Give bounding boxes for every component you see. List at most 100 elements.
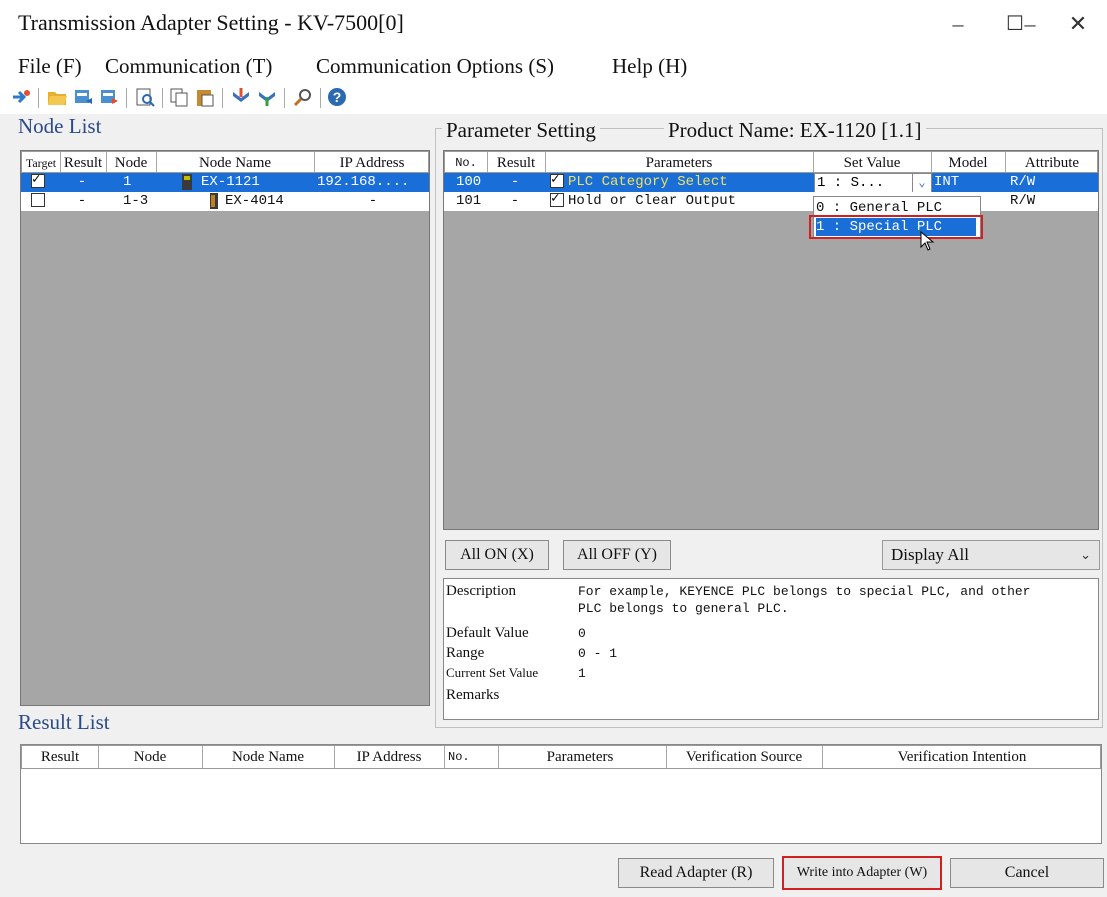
search-icon[interactable] (292, 86, 314, 108)
col-attribute[interactable]: Attribute (1005, 152, 1099, 172)
col-node[interactable]: Node (98, 746, 203, 768)
description-label: Description (446, 583, 516, 599)
col-ip-address[interactable]: IP Address (334, 746, 445, 768)
row-parameter: Hold or Clear Output (568, 193, 737, 209)
remarks-label: Remarks (446, 687, 500, 703)
result-list-grid: Result Node Node Name IP Address No. Par… (20, 744, 1102, 844)
current-set-value: 1 (578, 666, 586, 681)
chevron-down-icon: ⌄ (1080, 547, 1091, 562)
default-value-label: Default Value (446, 625, 529, 641)
all-on-button[interactable]: All ON (X) (445, 540, 549, 570)
connect-icon[interactable] (10, 86, 32, 108)
menu-bar: File (F) Communication (T) Communication… (0, 48, 1107, 82)
display-filter-select[interactable]: Display All ⌄ (882, 540, 1100, 570)
description-panel: Description For example, KEYENCE PLC bel… (443, 578, 1099, 720)
col-result[interactable]: Result (487, 152, 546, 172)
parameter-header: No. Result Parameters Set Value Model At… (444, 151, 1098, 173)
row-ip: 192.168.... (317, 174, 410, 190)
write-adapter-icon[interactable] (256, 86, 278, 108)
target-checkbox[interactable] (31, 193, 45, 208)
menu-help[interactable]: Help (H) (612, 54, 687, 79)
col-result[interactable]: Result (22, 746, 99, 768)
maximize-button[interactable]: ☐ (995, 8, 1035, 40)
read-adapter-icon[interactable] (230, 86, 252, 108)
toolbar: ? (0, 82, 1107, 114)
row-result: - (77, 193, 87, 209)
col-node-name[interactable]: Node Name (202, 746, 335, 768)
highlight-box (809, 215, 983, 239)
product-name: Product Name: EX-1120 [1.1] (664, 118, 926, 143)
row-parameter: PLC Category Select (568, 174, 728, 190)
row-result: - (510, 174, 520, 190)
close-button[interactable]: ✕ (1058, 8, 1098, 40)
row-node-name: EX-4014 (225, 193, 284, 209)
row-node: 1-3 (123, 193, 149, 209)
col-parameters[interactable]: Parameters (494, 746, 667, 768)
param-checkbox[interactable] (550, 192, 564, 209)
row-result: - (77, 174, 87, 190)
col-no[interactable]: No. (444, 746, 499, 768)
col-parameters[interactable]: Parameters (545, 152, 814, 172)
col-no[interactable]: No. (445, 152, 488, 172)
title-bar: Transmission Adapter Setting - KV-7500[0… (0, 0, 1107, 48)
import-icon[interactable] (72, 86, 94, 108)
open-folder-icon[interactable] (46, 86, 68, 108)
default-value: 0 (578, 626, 586, 641)
row-attribute: R/W (1010, 174, 1036, 190)
col-ip-address[interactable]: IP Address (314, 152, 430, 172)
current-set-value-label: Current Set Value (446, 665, 539, 680)
mouse-cursor-icon (920, 231, 935, 251)
print-preview-icon[interactable] (134, 86, 156, 108)
range-label: Range (446, 645, 485, 661)
target-checkbox[interactable] (31, 173, 45, 190)
param-checkbox[interactable] (550, 173, 564, 190)
cancel-button[interactable]: Cancel (950, 858, 1104, 888)
all-off-button[interactable]: All OFF (Y) (563, 540, 671, 570)
help-icon[interactable]: ? (326, 86, 348, 108)
paste-icon[interactable] (194, 86, 216, 108)
result-list-header: Result Node Node Name IP Address No. Par… (21, 745, 1101, 769)
table-row[interactable]: - 1 EX-1121 192.168.... (21, 173, 429, 192)
row-result: - (510, 193, 520, 209)
description-text-line2: PLC belongs to general PLC. (578, 601, 789, 616)
parameter-setting-label: Parameter Setting (442, 118, 600, 143)
result-list-label: Result List (18, 710, 110, 734)
row-no: 100 (456, 174, 482, 190)
col-target[interactable]: Target (22, 152, 61, 172)
menu-file[interactable]: File (F) (18, 54, 82, 79)
minimize-icon[interactable]: – (938, 8, 978, 40)
display-filter-value: Display All (891, 545, 969, 564)
row-attribute: R/W (1010, 193, 1036, 209)
description-text-line1: For example, KEYENCE PLC belongs to spec… (578, 584, 1031, 599)
col-result[interactable]: Result (60, 152, 107, 172)
col-verification-intention[interactable]: Verification Intention (822, 746, 1102, 768)
table-row[interactable]: 101 - Hold or Clear Output R/W (444, 192, 1098, 211)
row-no: 101 (456, 193, 482, 209)
node-list-header: Target Result Node Node Name IP Address (21, 151, 429, 173)
table-row[interactable]: 100 - PLC Category Select 1 : S... ⌄ INT… (444, 173, 1098, 194)
chevron-down-icon[interactable]: ⌄ (912, 173, 932, 194)
col-verification-source[interactable]: Verification Source (666, 746, 823, 768)
row-node-name: EX-1121 (201, 174, 260, 190)
svg-text:?: ? (333, 89, 342, 105)
copy-icon[interactable] (168, 86, 190, 108)
col-node[interactable]: Node (106, 152, 157, 172)
table-row[interactable]: - 1-3 EX-4014 - (21, 192, 429, 211)
set-value-combobox[interactable]: 1 : S... (814, 173, 914, 194)
col-node-name[interactable]: Node Name (156, 152, 315, 172)
col-set-value[interactable]: Set Value (813, 152, 932, 172)
row-ip: - (368, 193, 378, 209)
window-title: Transmission Adapter Setting - KV-7500[0… (18, 10, 404, 35)
row-model: INT (934, 174, 960, 190)
read-adapter-button[interactable]: Read Adapter (R) (618, 858, 774, 888)
menu-communication[interactable]: Communication (T) (105, 54, 272, 79)
row-node: 1 (123, 174, 132, 190)
range-value: 0 - 1 (578, 646, 618, 661)
set-value-text: 1 : S... (817, 175, 885, 191)
write-into-adapter-button[interactable]: Write into Adapter (W) (782, 856, 942, 890)
parameter-grid: No. Result Parameters Set Value Model At… (443, 150, 1099, 530)
col-model[interactable]: Model (931, 152, 1006, 172)
export-icon[interactable] (98, 86, 120, 108)
node-list-label: Node List (18, 114, 102, 138)
menu-communication-options[interactable]: Communication Options (S) (316, 54, 554, 79)
